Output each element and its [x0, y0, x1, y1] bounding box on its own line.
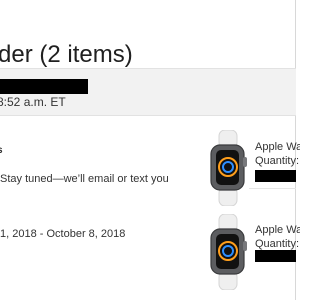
redacted-quantity-1 — [255, 170, 296, 182]
order-title: der (2 items) — [0, 41, 133, 69]
delivery-date-range: 1, 2018 - October 8, 2018 — [0, 228, 126, 240]
order-details-page: der (2 items) 8:52 a.m. ET s Stay tuned—… — [0, 0, 300, 300]
product-divider-1 — [249, 188, 296, 189]
product-name-2: Apple Wa — [255, 224, 300, 236]
redacted-order-number — [0, 79, 88, 94]
shipment-status-message: Stay tuned—we’ll email or text you — [0, 173, 169, 185]
order-placed-time: 8:52 a.m. ET — [0, 95, 66, 109]
quantity-label-2: Quantity: — [255, 238, 300, 250]
quantity-label-1: Quantity: — [255, 155, 300, 167]
shipment-status-heading: s — [0, 145, 3, 157]
product-name-1: Apple Wa — [255, 141, 300, 153]
redacted-quantity-2 — [255, 250, 296, 262]
apple-watch-image-1 — [206, 129, 250, 207]
apple-watch-image-2 — [206, 213, 250, 291]
